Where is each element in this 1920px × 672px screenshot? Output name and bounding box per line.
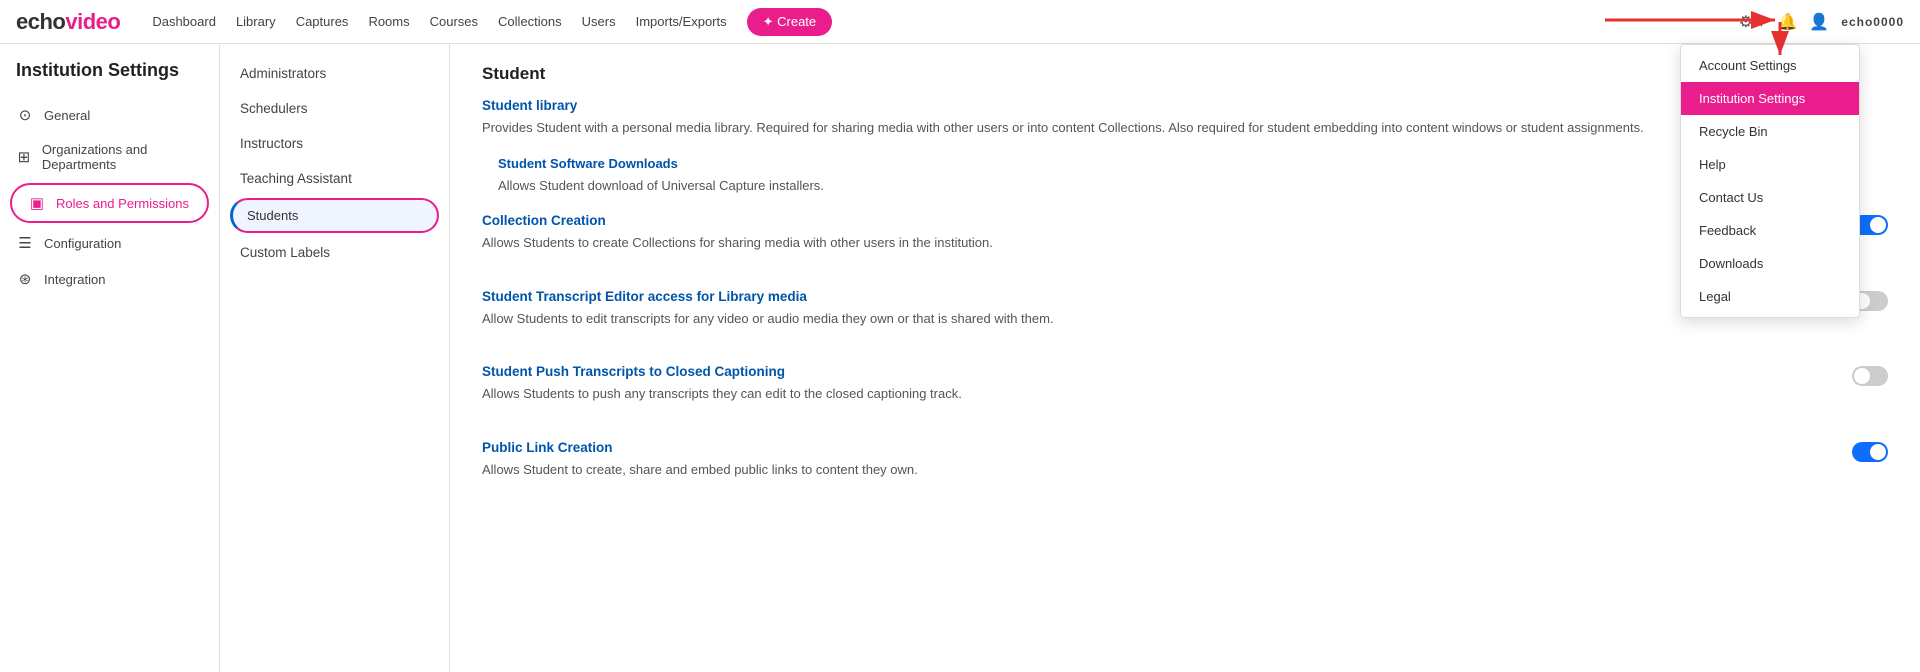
nav-links: Dashboard Library Captures Rooms Courses… bbox=[152, 8, 1738, 36]
dropdown-feedback[interactable]: Feedback bbox=[1681, 214, 1859, 247]
nav-users[interactable]: Users bbox=[582, 14, 616, 29]
nav-captures[interactable]: Captures bbox=[296, 14, 349, 29]
feature-push-transcripts: Student Push Transcripts to Closed Capti… bbox=[482, 364, 1888, 422]
sidebar-integration-label: Integration bbox=[44, 272, 105, 287]
public-link-text: Public Link Creation Allows Student to c… bbox=[482, 440, 1832, 498]
sidebar-item-roles[interactable]: ▣ Roles and Permissions bbox=[10, 183, 209, 223]
dropdown-contact-us[interactable]: Contact Us bbox=[1681, 181, 1859, 214]
left-sidebar: Institution Settings ⊙ General ⊞ Organiz… bbox=[0, 44, 220, 672]
public-link-title: Public Link Creation bbox=[482, 440, 1832, 455]
dropdown-downloads[interactable]: Downloads bbox=[1681, 247, 1859, 280]
logo-video: video bbox=[65, 9, 120, 35]
nav-right: ⚙ ▾ 🔔 👤 echo0000 bbox=[1739, 12, 1904, 32]
logo: echovideo bbox=[16, 9, 120, 35]
nav-library[interactable]: Library bbox=[236, 14, 276, 29]
transcript-editor-title: Student Transcript Editor access for Lib… bbox=[482, 289, 1832, 304]
create-button[interactable]: ✦ Create bbox=[747, 8, 833, 36]
sidebar-item-orgs[interactable]: ⊞ Organizations and Departments bbox=[0, 133, 219, 181]
push-transcripts-toggle[interactable] bbox=[1852, 366, 1888, 386]
nav-rooms[interactable]: Rooms bbox=[368, 14, 409, 29]
dropdown-account-settings[interactable]: Account Settings bbox=[1681, 49, 1859, 82]
public-link-toggle[interactable] bbox=[1852, 442, 1888, 462]
collection-creation-text: Collection Creation Allows Students to c… bbox=[482, 213, 1832, 271]
user-icon-btn[interactable]: 👤 bbox=[1809, 12, 1829, 32]
sidebar-item-config[interactable]: ☰ Configuration bbox=[0, 225, 219, 261]
dropdown-institution-settings[interactable]: Institution Settings bbox=[1681, 82, 1859, 115]
settings-dropdown: Account Settings Institution Settings Re… bbox=[1680, 44, 1860, 318]
feature-transcript-editor: Student Transcript Editor access for Lib… bbox=[482, 289, 1888, 347]
general-icon: ⊙ bbox=[16, 106, 34, 124]
sidebar-roles-label: Roles and Permissions bbox=[56, 196, 189, 211]
config-icon: ☰ bbox=[16, 234, 34, 252]
settings-icon-btn[interactable]: ⚙ ▾ bbox=[1739, 12, 1766, 32]
feature-public-link: Public Link Creation Allows Student to c… bbox=[482, 440, 1888, 498]
mid-sidebar: Administrators Schedulers Instructors Te… bbox=[220, 44, 450, 672]
page-layout: Institution Settings ⊙ General ⊞ Organiz… bbox=[0, 44, 1920, 672]
sidebar-config-label: Configuration bbox=[44, 236, 121, 251]
sidebar-orgs-label: Organizations and Departments bbox=[42, 142, 203, 172]
collection-creation-title: Collection Creation bbox=[482, 213, 1832, 228]
dropdown-recycle-bin[interactable]: Recycle Bin bbox=[1681, 115, 1859, 148]
sidebar-item-integration[interactable]: ⊛ Integration bbox=[0, 261, 219, 297]
dropdown-legal[interactable]: Legal bbox=[1681, 280, 1859, 313]
mid-item-instructors[interactable]: Instructors bbox=[220, 126, 449, 161]
top-nav: echovideo Dashboard Library Captures Roo… bbox=[0, 0, 1920, 44]
mid-item-schedulers[interactable]: Schedulers bbox=[220, 91, 449, 126]
sidebar-general-label: General bbox=[44, 108, 90, 123]
nav-courses[interactable]: Courses bbox=[430, 14, 478, 29]
dropdown-help[interactable]: Help bbox=[1681, 148, 1859, 181]
notifications-icon-btn[interactable]: 🔔 bbox=[1777, 12, 1797, 32]
nav-collections[interactable]: Collections bbox=[498, 14, 562, 29]
nav-dashboard[interactable]: Dashboard bbox=[152, 14, 216, 29]
mid-item-custom-labels[interactable]: Custom Labels bbox=[220, 235, 449, 270]
mid-item-administrators[interactable]: Administrators bbox=[220, 56, 449, 91]
feature-collection-creation: Collection Creation Allows Students to c… bbox=[482, 213, 1888, 271]
orgs-icon: ⊞ bbox=[16, 148, 32, 166]
echo-brand: echo0000 bbox=[1841, 15, 1904, 29]
page-title: Institution Settings bbox=[0, 60, 219, 97]
logo-echo: echo bbox=[16, 9, 65, 35]
collection-creation-desc: Allows Students to create Collections fo… bbox=[482, 233, 1832, 253]
integration-icon: ⊛ bbox=[16, 270, 34, 288]
mid-item-teaching-assistant[interactable]: Teaching Assistant bbox=[220, 161, 449, 196]
student-library-title: Student library bbox=[482, 98, 1888, 113]
student-library-desc: Provides Student with a personal media l… bbox=[482, 118, 1888, 138]
sidebar-item-general[interactable]: ⊙ General bbox=[0, 97, 219, 133]
roles-icon: ▣ bbox=[28, 194, 46, 212]
mid-item-students[interactable]: Students bbox=[230, 198, 439, 233]
transcript-editor-text: Student Transcript Editor access for Lib… bbox=[482, 289, 1832, 347]
push-transcripts-title: Student Push Transcripts to Closed Capti… bbox=[482, 364, 1832, 379]
feature-student-library: Student library Provides Student with a … bbox=[482, 98, 1888, 195]
push-transcripts-desc: Allows Students to push any transcripts … bbox=[482, 384, 1832, 404]
push-transcripts-text: Student Push Transcripts to Closed Capti… bbox=[482, 364, 1832, 422]
transcript-editor-desc: Allow Students to edit transcripts for a… bbox=[482, 309, 1832, 329]
nav-imports-exports[interactable]: Imports/Exports bbox=[636, 14, 727, 29]
public-link-desc: Allows Student to create, share and embe… bbox=[482, 460, 1832, 480]
section-title: Student bbox=[482, 64, 1888, 84]
